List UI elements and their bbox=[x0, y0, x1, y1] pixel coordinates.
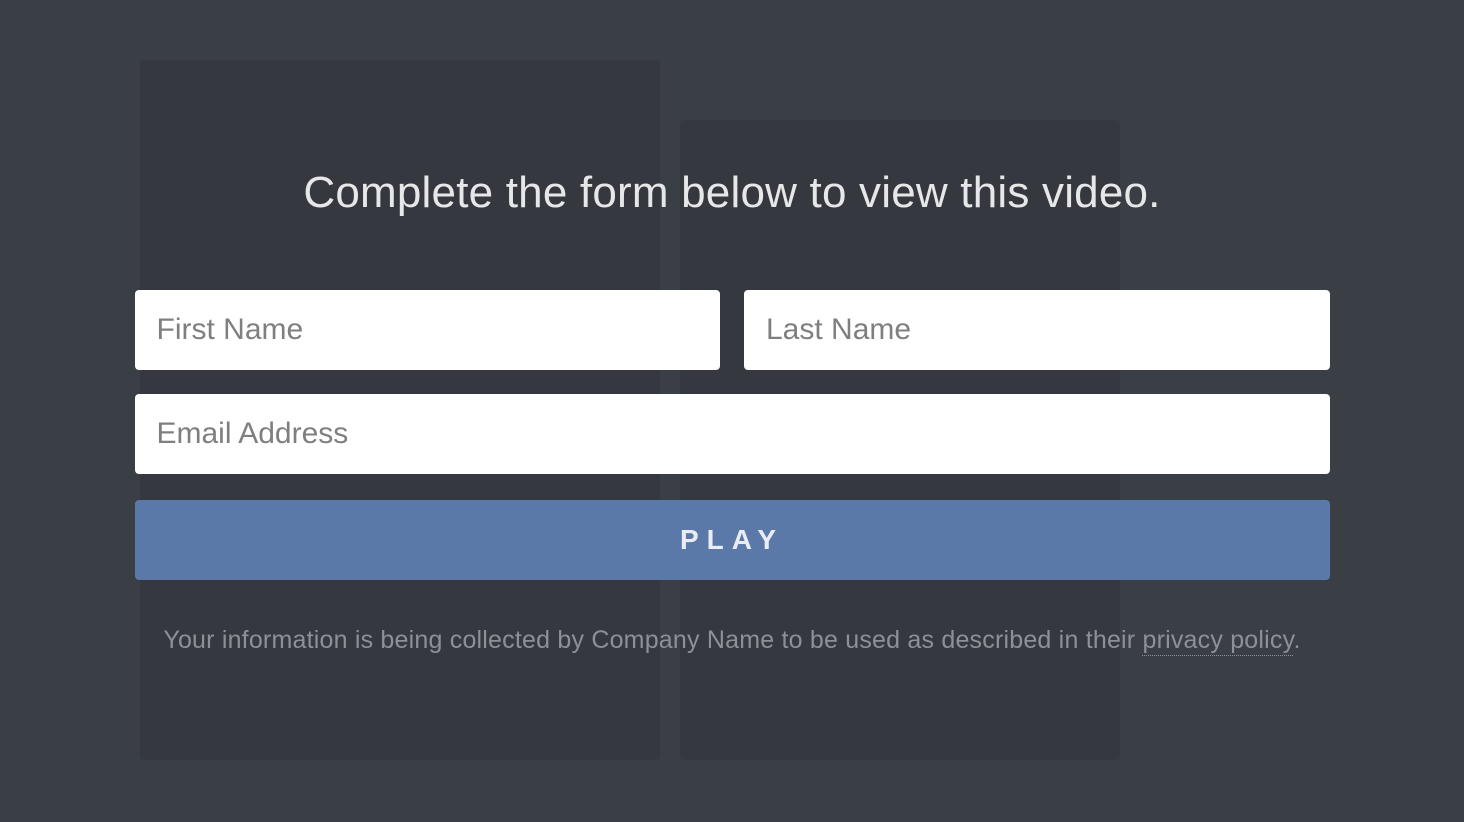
privacy-policy-link[interactable]: privacy policy bbox=[1142, 626, 1293, 656]
email-field[interactable] bbox=[135, 394, 1330, 474]
first-name-field[interactable] bbox=[135, 290, 721, 370]
form-heading: Complete the form below to view this vid… bbox=[135, 168, 1330, 218]
disclaimer-after: . bbox=[1293, 626, 1300, 654]
disclaimer-text: Your information is being collected by C… bbox=[135, 626, 1330, 655]
email-row bbox=[135, 394, 1330, 474]
video-gate-form: Complete the form below to view this vid… bbox=[135, 168, 1330, 655]
name-row bbox=[135, 290, 1330, 370]
last-name-field[interactable] bbox=[744, 290, 1330, 370]
disclaimer-before: Your information is being collected by C… bbox=[163, 626, 1142, 654]
play-button[interactable]: PLAY bbox=[135, 500, 1330, 580]
